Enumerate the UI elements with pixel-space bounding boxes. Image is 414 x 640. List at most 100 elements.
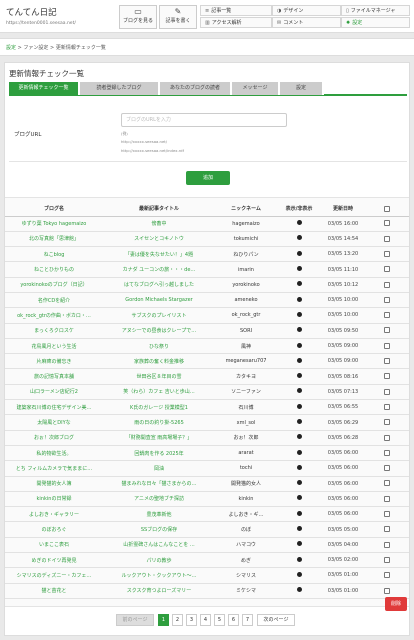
visibility-radio[interactable] — [296, 357, 302, 363]
row-checkbox[interactable] — [384, 342, 390, 349]
blog-name-link[interactable]: いまここ表石 — [5, 537, 103, 554]
visibility-radio[interactable] — [296, 587, 302, 593]
visibility-radio[interactable] — [296, 235, 302, 241]
row-checkbox[interactable] — [384, 388, 390, 395]
visibility-radio[interactable] — [296, 526, 302, 532]
blog-name-link[interactable]: 開発猫的女人簿 — [5, 476, 103, 492]
blog-name-link[interactable]: ねことひかりもの — [5, 261, 103, 278]
row-checkbox[interactable] — [384, 480, 390, 487]
visibility-radio[interactable] — [296, 250, 302, 256]
blog-name-link[interactable]: kinkinの日常録 — [5, 491, 103, 508]
latest-post-link[interactable]: 豊茂革新他 — [103, 506, 215, 523]
latest-post-link[interactable]: 笑（わら）カフェ 吉いと歩山… — [103, 384, 215, 401]
visibility-radio[interactable] — [296, 419, 302, 424]
blog-name-link[interactable]: おぉ！次郎ブログ — [5, 430, 103, 446]
blog-name-link[interactable]: 北の写真館「思津館」 — [5, 231, 103, 248]
visibility-radio[interactable] — [296, 464, 302, 470]
write-post-button[interactable]: ✎ 記事を書く — [159, 5, 197, 29]
row-checkbox[interactable] — [384, 572, 390, 579]
latest-post-link[interactable]: K氏のガレージ 授業模型1 — [103, 399, 215, 416]
menu-design[interactable]: ◑ デザイン — [272, 5, 341, 16]
visibility-radio[interactable] — [296, 281, 302, 287]
blog-name-link[interactable]: のぼおろぐ — [5, 521, 103, 538]
row-checkbox[interactable] — [384, 419, 390, 426]
next-page-button[interactable]: 次のページ — [257, 614, 295, 626]
tab-messages[interactable]: メッセージ — [232, 82, 280, 95]
blog-name-link[interactable]: 私的物欲生活。 — [5, 445, 103, 462]
blog-name-link[interactable]: 花鳥風月という生活 — [5, 338, 103, 355]
blog-name-link[interactable]: 山口ラーメン店紀行2 — [5, 384, 103, 401]
latest-post-link[interactable]: アニメの聖地ブチ探訪 — [103, 491, 215, 508]
visibility-radio[interactable] — [296, 480, 302, 486]
blog-name-link[interactable]: 名作CDを紹介 — [5, 292, 103, 309]
latest-post-link[interactable]: SSブログの保存 — [103, 521, 215, 538]
latest-post-link[interactable]: 岡油 — [103, 460, 215, 477]
page-4[interactable]: 4 — [200, 614, 211, 626]
blog-name-link[interactable]: 猫と苗花と — [5, 583, 103, 599]
latest-post-link[interactable]: 「妻は優を失なせたい！」4題 — [103, 246, 215, 263]
blog-name-link[interactable]: 建築家石川博の住宅デザイン美… — [5, 399, 103, 416]
row-checkbox[interactable] — [384, 434, 390, 441]
latest-post-link[interactable]: 回鍋肉を作る 2025年 — [103, 445, 215, 462]
site-logo[interactable]: てんてん日記 https://tenten0001.seesaa.net/ — [6, 6, 76, 26]
row-checkbox[interactable] — [384, 449, 390, 456]
visibility-radio[interactable] — [296, 388, 302, 394]
page-5[interactable]: 5 — [214, 614, 225, 626]
latest-post-link[interactable]: ひな祭り — [103, 338, 215, 355]
visibility-radio[interactable] — [296, 510, 302, 516]
latest-post-link[interactable]: パリの教歩 — [103, 552, 215, 569]
blog-name-link[interactable]: ok_rock_gtrの作曲・ボカロ・… — [5, 307, 103, 324]
page-2[interactable]: 2 — [172, 614, 183, 626]
prev-page-button[interactable]: 前のページ — [116, 614, 154, 626]
tab-subscribed-blogs[interactable]: 読者登録したブログ — [80, 82, 160, 95]
blog-name-link[interactable]: ゆずり葉 Tokyo hagemaizo — [5, 216, 103, 232]
row-checkbox[interactable] — [384, 541, 390, 548]
row-checkbox[interactable] — [384, 266, 390, 273]
latest-post-link[interactable]: スイセンとコキノトウ — [103, 231, 215, 248]
site-url[interactable]: https://tenten0001.seesaa.net/ — [6, 21, 76, 26]
menu-comments[interactable]: ✉ コメント — [272, 17, 341, 28]
blog-name-link[interactable]: ねこblog — [5, 246, 103, 263]
visibility-radio[interactable] — [296, 495, 302, 501]
visibility-radio[interactable] — [296, 342, 302, 348]
visibility-radio[interactable] — [296, 571, 302, 577]
menu-file-manager[interactable]: ▯ ファイルマネージャ — [341, 5, 410, 16]
latest-post-link[interactable]: カナダ ユーコンの旅・・・de… — [103, 261, 215, 278]
menu-posts[interactable]: ≡ 記事一覧 — [200, 5, 272, 16]
breadcrumb-settings[interactable]: 設定 — [6, 45, 16, 51]
visibility-radio[interactable] — [296, 266, 302, 272]
latest-post-link[interactable]: 傍畜中 — [103, 216, 215, 232]
latest-post-link[interactable]: Gordon Michaels Stargazer — [103, 292, 215, 309]
blog-name-link[interactable]: 旅の記憶写真本舗 — [5, 368, 103, 385]
latest-post-link[interactable]: アヌシーでの昼食はクレープで… — [103, 323, 215, 339]
visibility-radio[interactable] — [296, 373, 302, 379]
visibility-radio[interactable] — [296, 220, 302, 226]
visibility-radio[interactable] — [296, 403, 302, 409]
blog-name-link[interactable]: yorokinokoのブログ（日記） — [5, 277, 103, 293]
row-checkbox[interactable] — [384, 403, 390, 410]
row-checkbox[interactable] — [384, 587, 390, 594]
menu-access-analytics[interactable]: ▥ アクセス解析 — [200, 17, 272, 28]
blog-name-link[interactable]: 太陽風とDIYな — [5, 414, 103, 431]
tab-your-readers[interactable]: あなたのブログの読者 — [160, 82, 232, 95]
page-3[interactable]: 3 — [186, 614, 197, 626]
row-checkbox[interactable] — [384, 312, 390, 319]
page-6[interactable]: 6 — [228, 614, 239, 626]
site-title[interactable]: てんてん日記 — [6, 6, 76, 18]
row-checkbox[interactable] — [384, 495, 390, 502]
visibility-radio[interactable] — [296, 327, 302, 333]
latest-post-link[interactable]: 「財務開査宣 雨高場場子？」 — [103, 430, 215, 446]
blog-name-link[interactable]: まっくろクロスケ — [5, 323, 103, 339]
latest-post-link[interactable]: 猫まみれな日々「猫さまからの… — [103, 476, 215, 492]
tab-settings[interactable]: 設定 — [280, 82, 324, 95]
row-checkbox[interactable] — [384, 556, 390, 563]
row-checkbox[interactable] — [384, 235, 390, 242]
visibility-radio[interactable] — [296, 296, 302, 302]
row-checkbox[interactable] — [384, 358, 390, 365]
blog-name-link[interactable]: めぎのドイツ再発見 — [5, 552, 103, 569]
select-all-checkbox[interactable] — [384, 205, 390, 212]
row-checkbox[interactable] — [384, 220, 390, 227]
blog-url-input[interactable] — [121, 113, 287, 127]
row-checkbox[interactable] — [384, 511, 390, 518]
menu-settings[interactable]: ✹ 設定 — [341, 17, 410, 28]
